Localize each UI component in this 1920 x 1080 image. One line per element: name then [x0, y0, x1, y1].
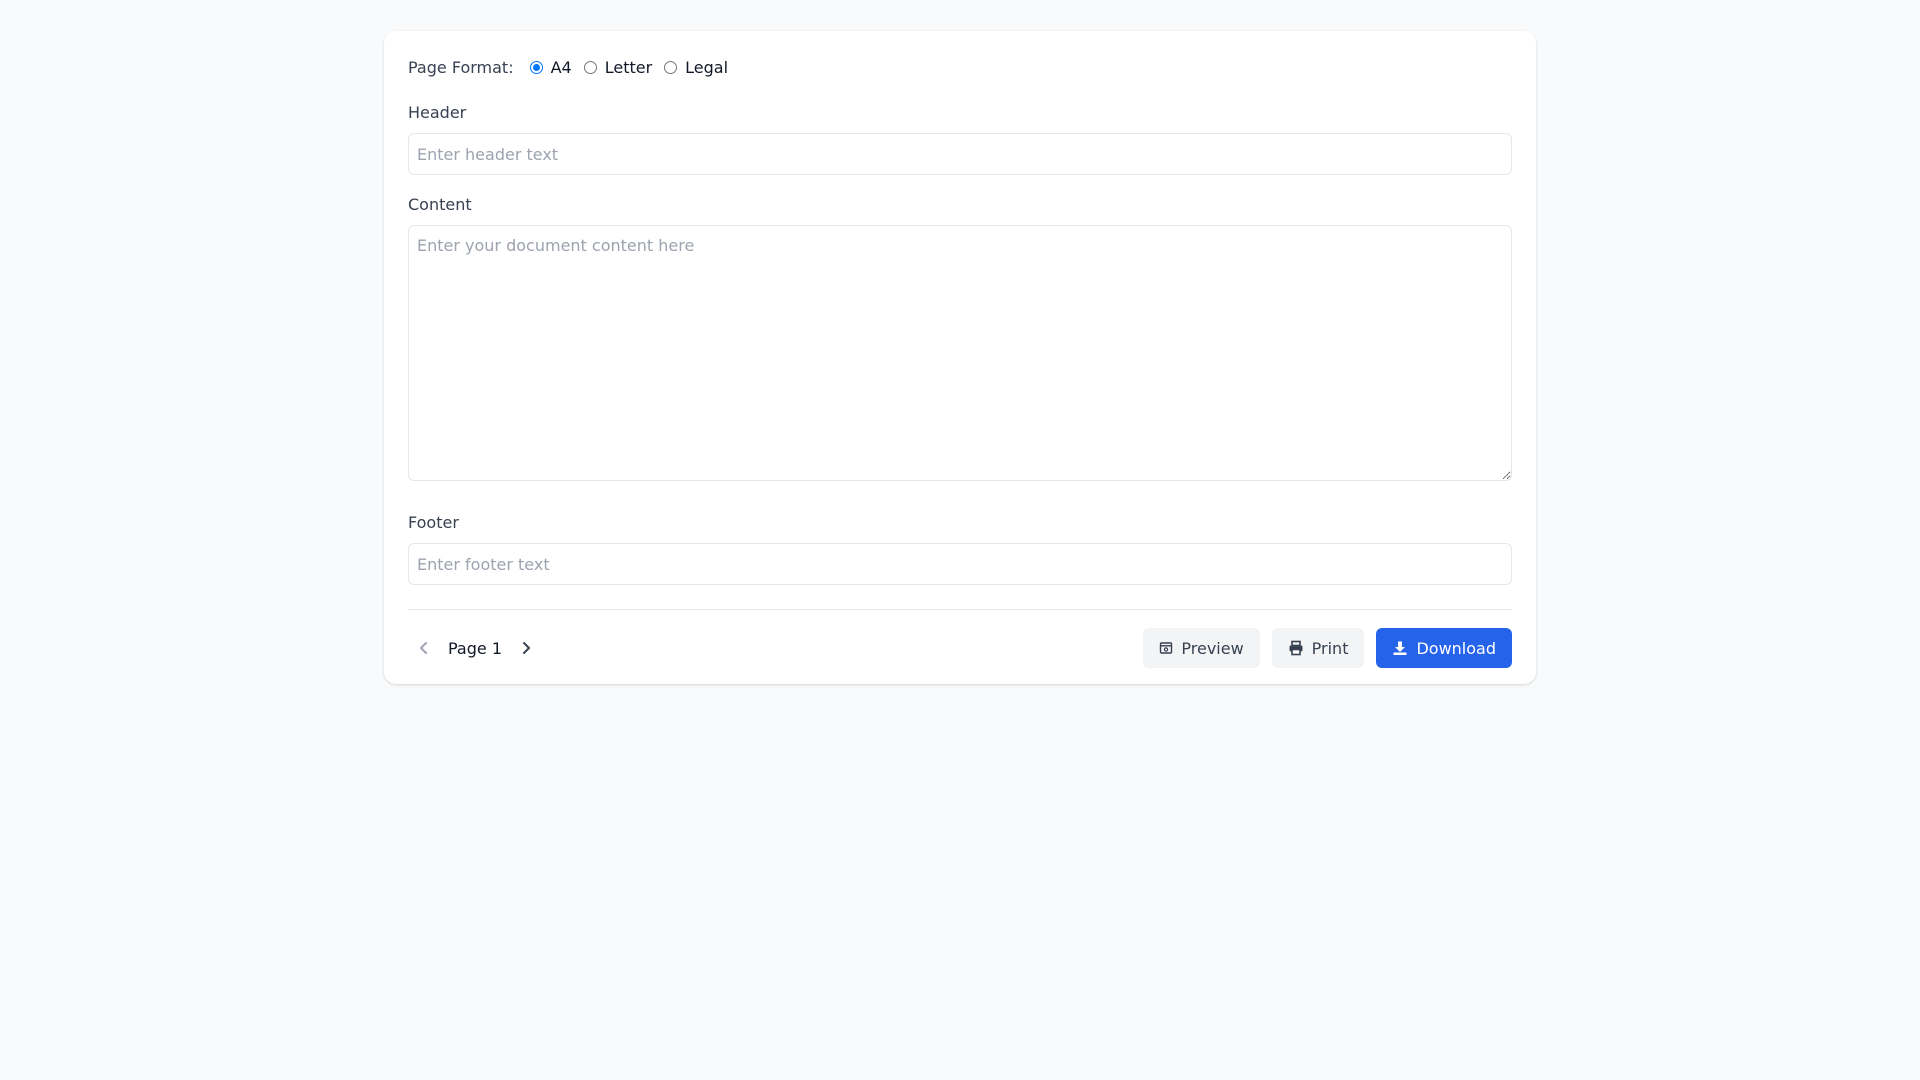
- format-option-label: Legal: [685, 57, 729, 77]
- print-button-label: Print: [1311, 638, 1349, 658]
- chevron-left-icon: [420, 642, 427, 654]
- preview-button[interactable]: Preview: [1143, 628, 1260, 668]
- action-buttons: Preview Print Download: [1131, 628, 1512, 668]
- chevron-right-icon: [523, 642, 530, 654]
- content-group: Content: [408, 193, 1512, 481]
- content-label: Content: [408, 195, 472, 214]
- next-page-button[interactable]: [510, 632, 542, 664]
- footer-input[interactable]: [408, 543, 1512, 585]
- format-option-letter[interactable]: Letter: [583, 57, 653, 77]
- printer-icon: [1288, 640, 1304, 656]
- header-group: Header: [408, 101, 1512, 175]
- radio-letter[interactable]: [583, 60, 597, 74]
- format-option-legal[interactable]: Legal: [664, 58, 728, 77]
- preview-button-label: Preview: [1181, 638, 1244, 658]
- radio-a4[interactable]: [529, 60, 543, 74]
- previous-page-button[interactable]: [408, 632, 440, 664]
- footer-label: Footer: [408, 513, 459, 532]
- page-format-label: Page Format:: [408, 57, 514, 77]
- pagination: Page 1: [408, 632, 542, 664]
- page-format-row: Page Format: A4 Letter Legal: [408, 55, 1512, 79]
- download-button-label: Download: [1416, 638, 1496, 658]
- content-textarea[interactable]: [408, 225, 1512, 481]
- divider: [408, 609, 1512, 610]
- footer-group: Footer: [408, 511, 1512, 585]
- format-option-label: Letter: [604, 57, 653, 77]
- editor-footer-bar: Page 1 Preview Print Download: [408, 628, 1512, 668]
- page-indicator: Page 1: [448, 638, 502, 658]
- format-option-label: A4: [550, 57, 572, 77]
- format-option-a4[interactable]: A4: [529, 57, 572, 77]
- preview-icon: [1159, 641, 1173, 655]
- download-button[interactable]: Download: [1376, 628, 1512, 668]
- header-label: Header: [408, 103, 467, 122]
- radio-legal[interactable]: [664, 60, 678, 74]
- header-input[interactable]: [408, 133, 1512, 175]
- print-button[interactable]: Print: [1271, 628, 1365, 668]
- download-icon: [1392, 640, 1408, 656]
- document-editor-card: Page Format: A4 Letter Legal Header Cont…: [384, 31, 1536, 684]
